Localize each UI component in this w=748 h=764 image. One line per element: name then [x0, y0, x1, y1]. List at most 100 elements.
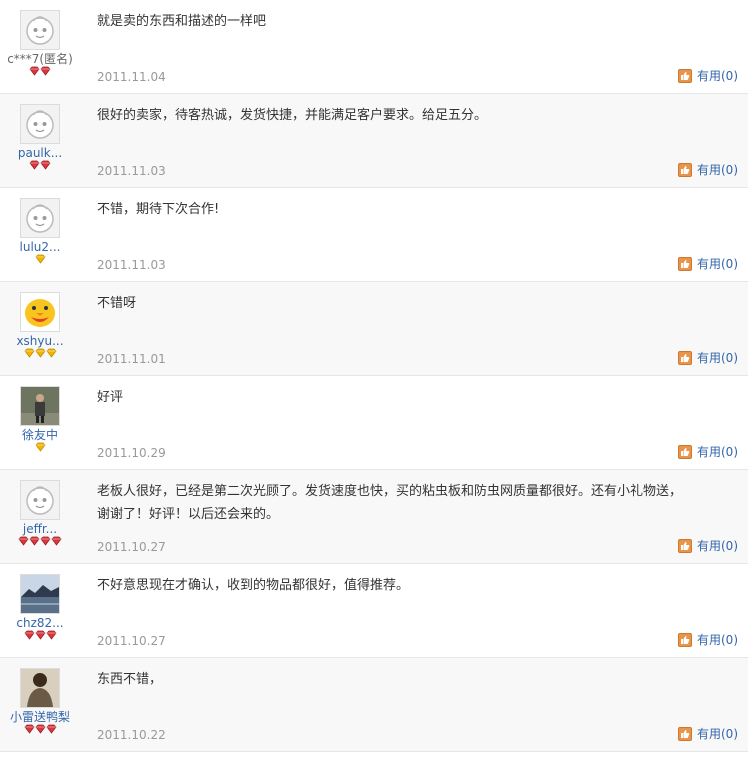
- credit-rank: [0, 254, 80, 266]
- useful-label[interactable]: 有用(0): [697, 537, 738, 554]
- review-item: c***7(匿名) 就是卖的东西和描述的一样吧 2011.11.04 有用(0): [0, 0, 748, 94]
- review-date: 2011.11.03: [97, 258, 166, 272]
- useful-button[interactable]: 有用(0): [678, 725, 738, 742]
- useful-button[interactable]: 有用(0): [678, 443, 738, 460]
- reviewer-name[interactable]: paulk...: [0, 146, 80, 160]
- credit-rank: [0, 724, 80, 736]
- red-diamond-icon: [24, 629, 35, 643]
- thumbs-up-icon: [678, 256, 692, 271]
- review-item: xshyu... 不错呀 2011.11.01 有用(0): [0, 282, 748, 376]
- reviewer: jeffr...: [0, 480, 80, 548]
- thumbs-up-icon: [678, 444, 692, 459]
- credit-rank: [0, 630, 80, 642]
- red-diamond-icon: [29, 159, 40, 173]
- avatar[interactable]: [20, 104, 60, 144]
- reviewer-name[interactable]: chz82...: [0, 616, 80, 630]
- review-item: chz82... 不好意思现在才确认，收到的物品都很好，值得推荐。 2011.10.…: [0, 564, 748, 658]
- red-diamond-icon: [51, 535, 62, 549]
- reviewer: c***7(匿名): [0, 10, 80, 78]
- reviewer: 徐友中: [0, 386, 80, 454]
- review-date: 2011.10.27: [97, 540, 166, 554]
- red-diamond-icon: [29, 535, 40, 549]
- useful-label[interactable]: 有用(0): [697, 349, 738, 366]
- review-date: 2011.11.03: [97, 164, 166, 178]
- useful-label[interactable]: 有用(0): [697, 67, 738, 84]
- review-text: 不错，期待下次合作!: [97, 202, 220, 217]
- review-text: 就是卖的东西和描述的一样吧: [97, 14, 267, 29]
- review-text: 很好的卖家，待客热诚，发货快捷，并能满足客户要求。给足五分。: [97, 108, 488, 123]
- reviewer: lulu2...: [0, 198, 80, 266]
- review-item: jeffr... 老板人很好，已经是第二次光顾了。发货速度也快，买的粘虫板和防虫网…: [0, 470, 748, 564]
- avatar[interactable]: [20, 292, 60, 332]
- useful-button[interactable]: 有用(0): [678, 255, 738, 272]
- reviewer-name: c***7(匿名): [7, 52, 73, 66]
- red-diamond-icon: [18, 535, 29, 549]
- review-item: 小雷送鸭梨 东西不错， 2011.10.22 有用(0): [0, 658, 748, 752]
- credit-rank: [0, 536, 80, 548]
- avatar[interactable]: [20, 10, 60, 50]
- review-text: 不好意思现在才确认，收到的物品都很好，值得推荐。: [97, 578, 410, 593]
- useful-label[interactable]: 有用(0): [697, 443, 738, 460]
- review-date: 2011.11.01: [97, 352, 166, 366]
- thumbs-up-icon: [678, 350, 692, 365]
- red-diamond-icon: [40, 65, 51, 79]
- useful-label[interactable]: 有用(0): [697, 255, 738, 272]
- reviewer-name[interactable]: lulu2...: [0, 240, 80, 254]
- review-date: 2011.10.29: [97, 446, 166, 460]
- reviewer: paulk...: [0, 104, 80, 172]
- useful-button[interactable]: 有用(0): [678, 161, 738, 178]
- red-diamond-icon: [46, 723, 57, 737]
- useful-label[interactable]: 有用(0): [697, 161, 738, 178]
- review-text: 好评: [97, 390, 124, 405]
- reviewer: chz82...: [0, 574, 80, 642]
- red-diamond-icon: [35, 629, 46, 643]
- gold-diamond-icon: [46, 347, 57, 361]
- useful-button[interactable]: 有用(0): [678, 537, 738, 554]
- thumbs-up-icon: [678, 162, 692, 177]
- reviewer-name[interactable]: 徐友中: [0, 428, 80, 442]
- useful-label[interactable]: 有用(0): [697, 725, 738, 742]
- credit-rank: [0, 160, 80, 172]
- useful-label[interactable]: 有用(0): [697, 631, 738, 648]
- avatar[interactable]: [20, 574, 60, 614]
- credit-rank: [0, 442, 80, 454]
- red-diamond-icon: [46, 629, 57, 643]
- review-text: 东西不错，: [97, 672, 163, 687]
- red-diamond-icon: [24, 723, 35, 737]
- red-diamond-icon: [40, 159, 51, 173]
- reviewer-name[interactable]: 小雷送鸭梨: [0, 710, 80, 724]
- credit-rank: [0, 66, 80, 78]
- review-item: lulu2... 不错，期待下次合作! 2011.11.03 有用(0): [0, 188, 748, 282]
- red-diamond-icon: [35, 723, 46, 737]
- avatar[interactable]: [20, 386, 60, 426]
- red-diamond-icon: [29, 65, 40, 79]
- useful-button[interactable]: 有用(0): [678, 349, 738, 366]
- gold-diamond-icon: [24, 347, 35, 361]
- review-date: 2011.10.27: [97, 634, 166, 648]
- useful-button[interactable]: 有用(0): [678, 631, 738, 648]
- gold-diamond-icon: [35, 253, 46, 267]
- reviewer: 小雷送鸭梨: [0, 668, 80, 736]
- reviewer: xshyu...: [0, 292, 80, 360]
- avatar[interactable]: [20, 668, 60, 708]
- reviewer-name[interactable]: xshyu...: [0, 334, 80, 348]
- review-item: 徐友中 好评 2011.10.29 有用(0): [0, 376, 748, 470]
- thumbs-up-icon: [678, 68, 692, 83]
- useful-button[interactable]: 有用(0): [678, 67, 738, 84]
- review-date: 2011.10.22: [97, 728, 166, 742]
- gold-diamond-icon: [35, 441, 46, 455]
- credit-rank: [0, 348, 80, 360]
- thumbs-up-icon: [678, 538, 692, 553]
- reviewer-name[interactable]: jeffr...: [0, 522, 80, 536]
- review-item: paulk... 很好的卖家，待客热诚，发货快捷，并能满足客户要求。给足五分。 20…: [0, 94, 748, 188]
- review-date: 2011.11.04: [97, 70, 166, 84]
- avatar[interactable]: [20, 198, 60, 238]
- review-text: 老板人很好，已经是第二次光顾了。发货速度也快，买的粘虫板和防虫网质量都很好。还有…: [97, 484, 683, 522]
- avatar[interactable]: [20, 480, 60, 520]
- gold-diamond-icon: [35, 347, 46, 361]
- review-list: c***7(匿名) 就是卖的东西和描述的一样吧 2011.11.04 有用(0) pau…: [0, 0, 748, 752]
- review-text: 不错呀: [97, 296, 137, 311]
- red-diamond-icon: [40, 535, 51, 549]
- thumbs-up-icon: [678, 726, 692, 741]
- thumbs-up-icon: [678, 632, 692, 647]
